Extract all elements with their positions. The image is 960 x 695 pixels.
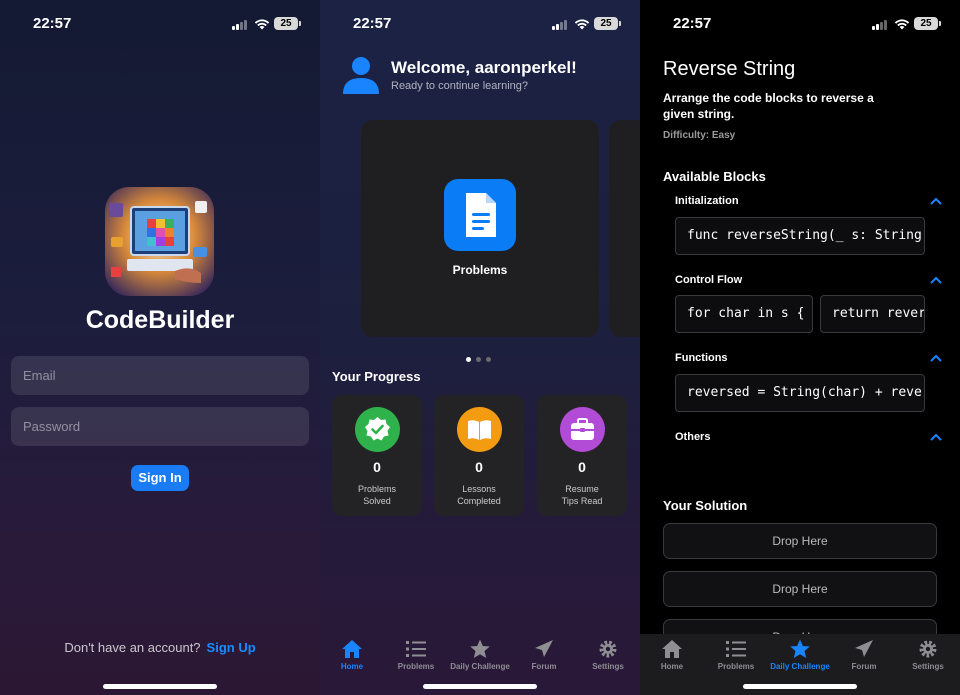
- chevron-up-icon[interactable]: [930, 354, 942, 362]
- problems-card-label: Problems: [452, 263, 508, 277]
- home-indicator: [103, 684, 217, 689]
- paper-plane-icon: [535, 640, 553, 657]
- resume-tips-stat: 0 Resume Tips Read: [537, 395, 627, 516]
- verified-badge-icon: [355, 407, 400, 452]
- status-bar: 22:57 25: [640, 14, 960, 34]
- list-icon: [406, 641, 426, 657]
- email-field[interactable]: Email: [11, 356, 309, 395]
- user-avatar-icon: [343, 57, 379, 94]
- status-time: 22:57: [33, 15, 72, 32]
- book-icon: [457, 407, 502, 452]
- status-bar: 22:57 25: [320, 14, 640, 34]
- app-name: CodeBuilder: [85, 306, 235, 334]
- your-solution-heading: Your Solution: [663, 498, 748, 513]
- code-block[interactable]: return reversed: [820, 295, 925, 333]
- sign-up-link[interactable]: Sign Up: [207, 640, 256, 655]
- category-control-flow[interactable]: Control Flow: [675, 274, 742, 286]
- problem-title: Reverse String: [663, 58, 796, 80]
- cellular-signal-icon: [872, 20, 888, 30]
- chevron-up-icon[interactable]: [930, 276, 942, 284]
- chevron-up-icon[interactable]: [930, 433, 942, 441]
- tab-home[interactable]: Home: [320, 639, 384, 671]
- gear-icon: [919, 640, 937, 658]
- page-indicator[interactable]: [466, 349, 496, 367]
- home-indicator: [423, 684, 537, 689]
- tab-forum[interactable]: Forum: [512, 639, 576, 671]
- resume-tips-count: 0: [578, 459, 586, 475]
- battery-icon: 25: [594, 17, 621, 30]
- password-field[interactable]: Password: [11, 407, 309, 446]
- battery-icon: 25: [914, 17, 941, 30]
- category-initialization[interactable]: Initialization: [675, 195, 739, 207]
- welcome-heading: Welcome, aaronperkel!: [391, 58, 577, 77]
- problems-solved-count: 0: [373, 459, 381, 475]
- challenge-screen: 22:57 25 Reverse String Arrange the code…: [640, 0, 960, 695]
- tab-problems[interactable]: Problems: [704, 639, 768, 671]
- home-indicator: [743, 684, 857, 689]
- no-account-text: Don't have an account?: [64, 640, 201, 655]
- status-time: 22:57: [353, 15, 392, 32]
- category-functions[interactable]: Functions: [675, 352, 728, 364]
- star-icon: [790, 639, 810, 658]
- briefcase-icon: [560, 407, 605, 452]
- tab-daily-challenge[interactable]: Daily Challenge: [768, 639, 832, 671]
- difficulty-label: Difficulty: Easy: [663, 130, 736, 141]
- tab-forum[interactable]: Forum: [832, 639, 896, 671]
- tab-settings[interactable]: Settings: [576, 639, 640, 671]
- progress-heading: Your Progress: [332, 369, 421, 384]
- wifi-icon: [254, 19, 270, 30]
- app-logo: [105, 187, 214, 296]
- tab-home[interactable]: Home: [640, 639, 704, 671]
- available-blocks-heading: Available Blocks: [663, 169, 766, 184]
- tab-problems[interactable]: Problems: [384, 639, 448, 671]
- list-icon: [726, 641, 746, 657]
- problems-solved-stat: 0 Problems Solved: [332, 395, 422, 516]
- lessons-completed-stat: 0 Lessons Completed: [434, 395, 524, 516]
- login-screen: 22:57 25 CodeBuilder Email Password Sign…: [0, 0, 320, 695]
- next-card-peek[interactable]: [609, 120, 640, 337]
- cellular-signal-icon: [232, 20, 248, 30]
- wifi-icon: [894, 19, 910, 30]
- battery-icon: 25: [274, 17, 301, 30]
- house-icon: [342, 640, 362, 658]
- chevron-up-icon[interactable]: [930, 197, 942, 205]
- house-icon: [662, 640, 682, 658]
- star-icon: [470, 639, 490, 658]
- lessons-completed-label: Lessons Completed: [457, 484, 501, 506]
- lessons-completed-count: 0: [475, 459, 483, 475]
- code-block[interactable]: reversed = String(char) + reversed: [675, 374, 925, 412]
- drop-zone[interactable]: Drop Here: [663, 571, 937, 607]
- code-block[interactable]: func reverseString(_ s: String) -> Strin…: [675, 217, 925, 255]
- code-block[interactable]: for char in s {: [675, 295, 813, 333]
- resume-tips-label: Resume Tips Read: [561, 484, 603, 506]
- drop-zone[interactable]: Drop Here: [663, 523, 937, 559]
- problems-card[interactable]: Problems: [361, 120, 599, 337]
- problem-description: Arrange the code blocks to reverse a giv…: [663, 91, 874, 121]
- signup-prompt: Don't have an account? Sign Up: [0, 640, 320, 655]
- problems-solved-label: Problems Solved: [357, 484, 396, 506]
- sign-in-button[interactable]: Sign In: [131, 465, 189, 491]
- paper-plane-icon: [855, 640, 873, 657]
- home-screen: 22:57 25 Welcome, aaronperkel! Ready to …: [320, 0, 640, 695]
- cellular-signal-icon: [552, 20, 568, 30]
- welcome-subtitle: Ready to continue learning?: [391, 80, 528, 92]
- document-icon: [444, 179, 516, 251]
- status-bar: 22:57 25: [0, 14, 320, 34]
- tab-settings[interactable]: Settings: [896, 639, 960, 671]
- wifi-icon: [574, 19, 590, 30]
- status-time: 22:57: [673, 15, 712, 32]
- category-others[interactable]: Others: [675, 431, 710, 443]
- gear-icon: [599, 640, 617, 658]
- tab-daily-challenge[interactable]: Daily Challenge: [448, 639, 512, 671]
